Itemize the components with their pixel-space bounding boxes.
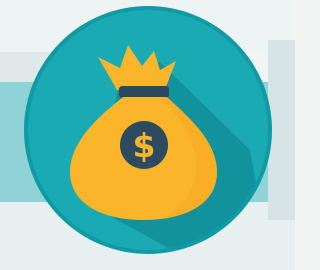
dollar-sign: $	[133, 126, 156, 165]
bag-tie-band	[119, 86, 169, 98]
money-bag-icon: $	[24, 6, 272, 254]
